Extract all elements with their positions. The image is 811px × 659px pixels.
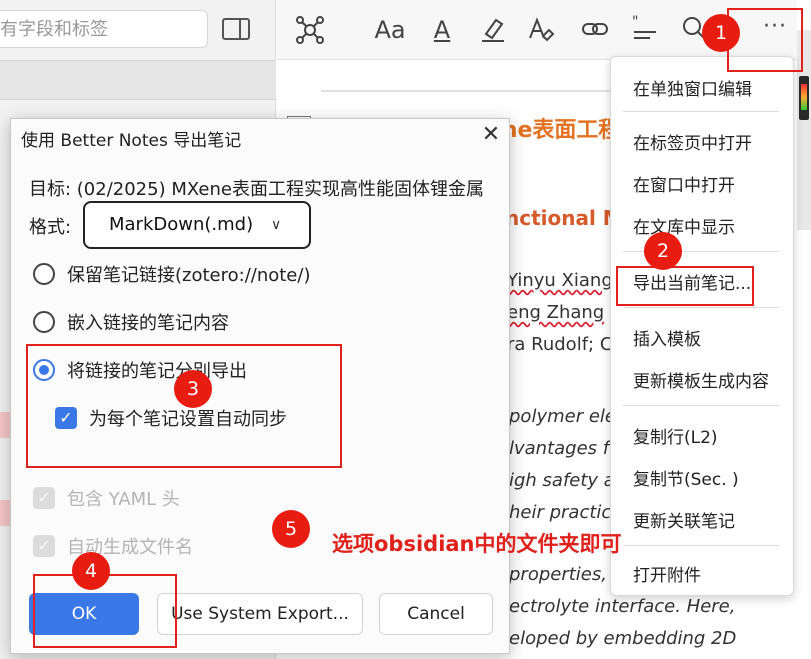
menu-item-open-attachment[interactable]: 打开附件 <box>633 561 701 586</box>
highlight-stub <box>0 500 10 526</box>
checkbox-yaml-header-label: 包含 YAML 头 <box>67 489 180 510</box>
abstract-line: polymer ele <box>509 406 616 427</box>
scroll-thumb[interactable] <box>799 76 809 120</box>
highlight-icon[interactable] <box>477 14 509 46</box>
clear-format-icon[interactable] <box>525 14 557 46</box>
menu-item-show-in-library[interactable]: 在文库中显示 <box>633 213 735 238</box>
annotation-badge-5: 5 <box>272 510 310 548</box>
annotation-box-ok <box>33 574 177 648</box>
annotation-note: 选项obsidian中的文件夹即可 <box>332 532 622 556</box>
menu-item-open-in-window[interactable]: 在窗口中打开 <box>633 171 735 196</box>
author-line: Yinyu Xiang <box>507 270 613 291</box>
font-size-icon[interactable]: Aa <box>373 14 407 46</box>
checkbox-auto-filename: ✓ <box>33 535 55 557</box>
svg-text:": " <box>632 14 638 30</box>
option-keep-links-label: 保留笔记链接(zotero://note/) <box>67 265 311 286</box>
note-subheading: nctional M <box>505 206 623 230</box>
cancel-button[interactable]: Cancel <box>379 593 493 635</box>
option-embed-notes-label: 嵌入链接的笔记内容 <box>67 313 229 334</box>
library-search-input[interactable]: 有字段和标签 <box>0 10 208 48</box>
annotation-badge-3: 3 <box>174 370 212 408</box>
abstract-line: lvantages fo <box>509 438 621 459</box>
chevron-down-icon: ∨ <box>271 217 282 233</box>
radio-keep-links[interactable] <box>33 263 55 285</box>
highlight-stub <box>0 412 10 438</box>
menu-separator <box>623 111 779 112</box>
format-label: 格式: <box>29 217 72 238</box>
menu-item-edit-in-window[interactable]: 在单独窗口编辑 <box>633 75 752 100</box>
annotation-badge-1: 1 <box>702 14 740 52</box>
library-header-row <box>0 60 276 100</box>
annotation-badge-4: 4 <box>72 552 110 590</box>
citation-icon[interactable]: " <box>629 14 661 46</box>
author-line: ra Rudolf; C <box>507 334 613 355</box>
menu-item-insert-template[interactable]: 插入模板 <box>633 325 701 350</box>
menu-separator <box>623 545 779 546</box>
abstract-line: properties, c <box>509 564 623 585</box>
menu-separator <box>623 405 779 406</box>
author-line: eng Zhang <box>507 302 605 323</box>
format-select-value: MarkDown(.md) <box>109 214 254 235</box>
abstract-line: heir practica <box>509 502 623 523</box>
abstract-line: ectrolyte interface. Here, <box>509 596 736 617</box>
dialog-title: 使用 Better Notes 导出笔记 <box>21 131 242 151</box>
layout-toggle-icon[interactable] <box>222 18 250 40</box>
menu-item-copy-line[interactable]: 复制行(L2) <box>633 423 718 448</box>
abstract-line: eloped by embedding 2D <box>509 628 737 649</box>
graph-icon[interactable] <box>293 14 327 46</box>
radio-embed-notes[interactable] <box>33 311 55 333</box>
annotation-badge-2: 2 <box>644 232 682 270</box>
menu-item-copy-section[interactable]: 复制节(Sec. ) <box>633 465 739 490</box>
abstract-line: igh safety a <box>509 470 615 491</box>
format-select[interactable]: MarkDown(.md) ∨ <box>83 201 311 249</box>
system-export-button[interactable]: Use System Export... <box>157 593 363 635</box>
close-icon[interactable]: ✕ <box>479 123 503 147</box>
menu-item-update-template[interactable]: 更新模板生成内容 <box>633 367 769 392</box>
menu-item-update-related[interactable]: 更新关联笔记 <box>633 507 735 532</box>
checkbox-yaml-header: ✓ <box>33 487 55 509</box>
menu-item-open-in-tab[interactable]: 在标签页中打开 <box>633 129 752 154</box>
menu-separator <box>623 307 779 308</box>
text-color-icon[interactable]: A <box>427 14 457 46</box>
note-context-menu: 在单独窗口编辑 在标签页中打开 在窗口中打开 在文库中显示 导出当前笔记... … <box>610 56 794 596</box>
export-target: 目标: (02/2025) MXene表面工程实现高性能固体锂金属 <box>29 179 484 200</box>
link-icon[interactable] <box>579 14 611 46</box>
annotation-box-export <box>616 266 754 306</box>
